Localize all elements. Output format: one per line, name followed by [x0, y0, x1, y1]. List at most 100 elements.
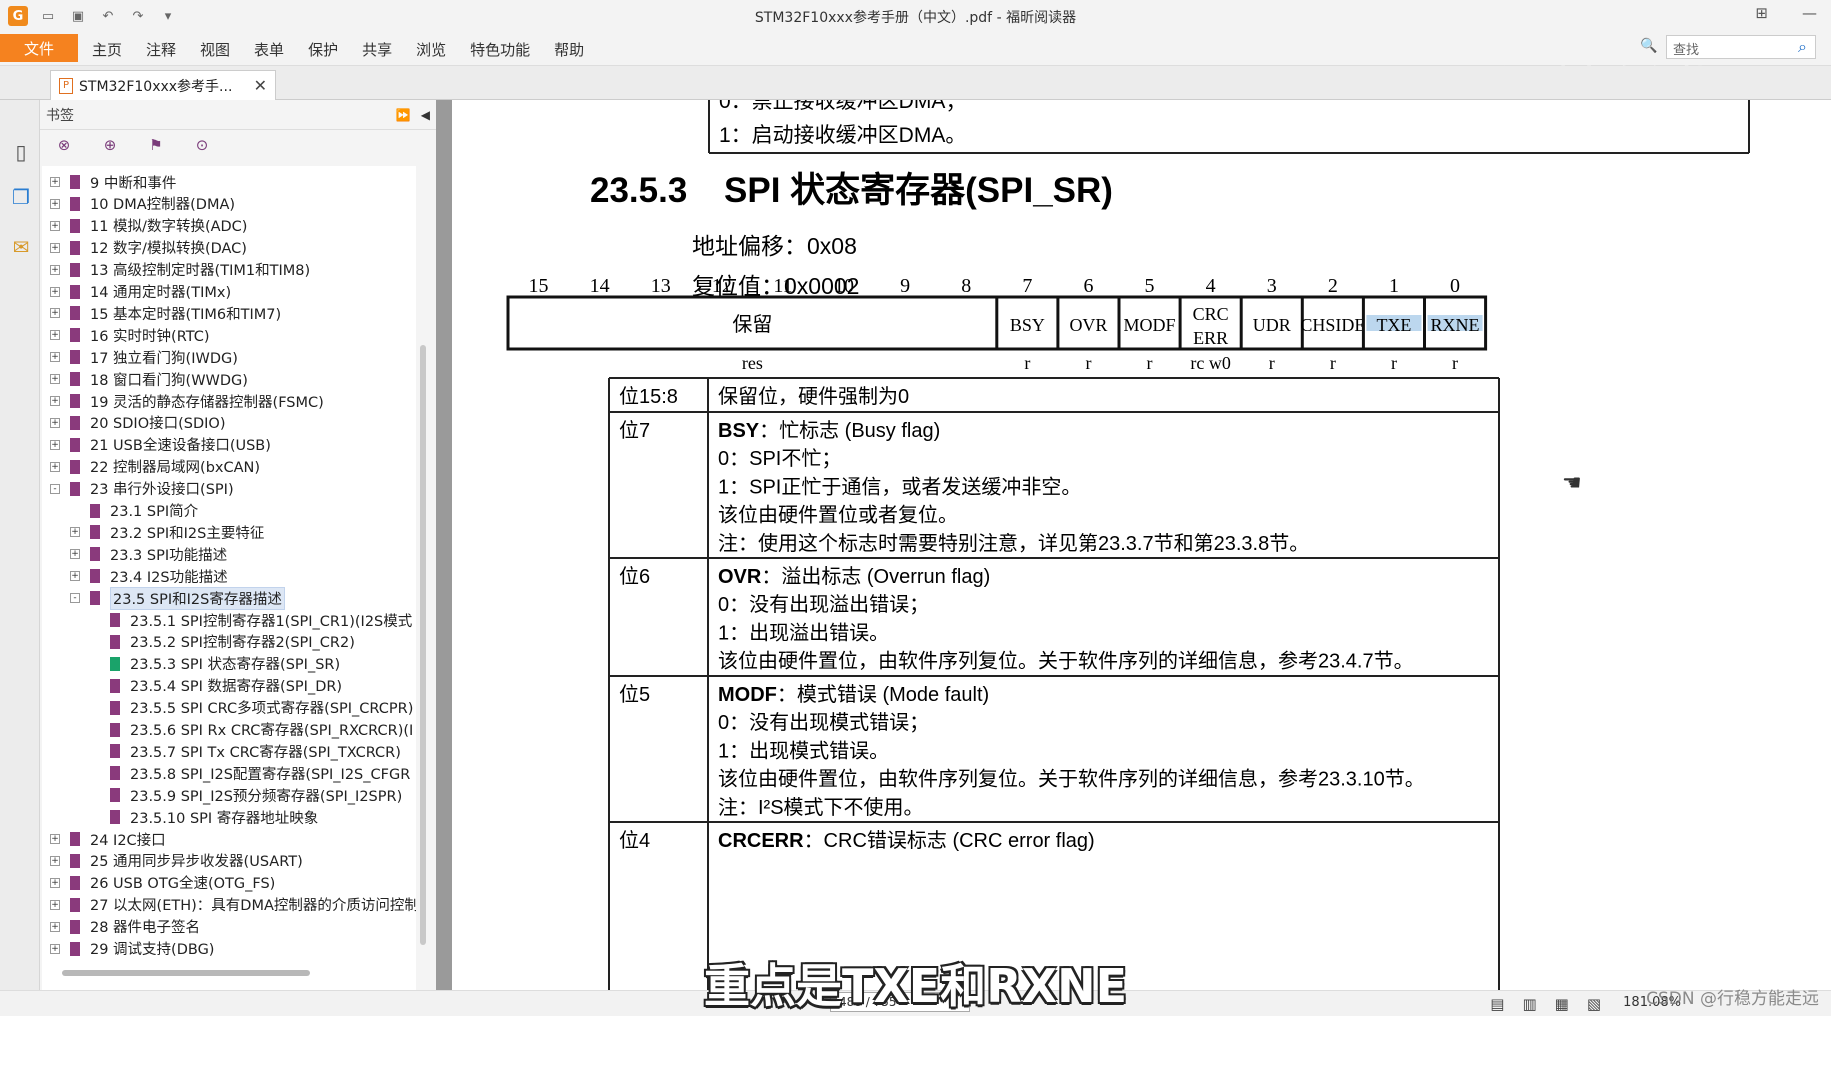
collapse-icon[interactable]: -: [70, 593, 80, 604]
close-tab-icon[interactable]: ✕: [254, 76, 267, 95]
bookmark-item[interactable]: 23.5.4 SPI 数据寄存器(SPI_DR): [90, 675, 342, 697]
bookmark-item[interactable]: - 23.5 SPI和I2S寄存器描述: [70, 586, 285, 610]
bit-number-row: 15 14 13 12 11 10 9 8 7 6 5 4 3 2 1 0: [529, 275, 1461, 297]
bookmark-item[interactable]: 23.5.3 SPI 状态寄存器(SPI_SR): [90, 653, 340, 675]
expand-icon[interactable]: +: [50, 286, 60, 297]
minimize-icon[interactable]: —: [1802, 4, 1817, 22]
expand-icon[interactable]: +: [70, 571, 80, 582]
delete-bookmark-icon[interactable]: ⊗: [54, 136, 74, 154]
bookmark-item[interactable]: +24 I2C接口: [50, 828, 166, 850]
bookmark-item[interactable]: +16 实时时钟(RTC): [50, 324, 210, 346]
menu-item[interactable]: 共享: [362, 39, 392, 60]
expand-icon[interactable]: +: [50, 374, 60, 385]
menu-item[interactable]: 视图: [200, 39, 230, 60]
bookmark-item[interactable]: +9 中断和事件: [50, 171, 176, 193]
expand-icon[interactable]: +: [50, 461, 60, 472]
expand-icon[interactable]: +: [50, 352, 60, 363]
bit-title-desc: ：溢出标志 (Overrun flag): [761, 565, 990, 588]
bookmark-item[interactable]: +23.4 I2S功能描述: [70, 565, 228, 587]
expand-icon[interactable]: +: [50, 220, 60, 231]
bookmark-item[interactable]: - 23 串行外设接口(SPI): [50, 478, 234, 500]
bookmark-flag-icon: [110, 678, 120, 693]
bookmark-item[interactable]: +20 SDIO接口(SDIO): [50, 412, 226, 434]
bookmark-item[interactable]: +11 模拟/数字转换(ADC): [50, 215, 247, 237]
bookmark-arrow-icon[interactable]: ⚑: [146, 136, 166, 154]
expand-icon[interactable]: +: [50, 417, 60, 428]
expand-icon[interactable]: +: [70, 527, 80, 538]
bookmark-item[interactable]: 23.5.10 SPI 寄存器地址映象: [90, 806, 318, 828]
bookmark-item[interactable]: +26 USB OTG全速(OTG_FS): [50, 872, 275, 894]
collapse-panel-icon[interactable]: ◀: [421, 108, 430, 122]
search-icon[interactable]: ⌕: [1798, 37, 1807, 57]
bookmark-item[interactable]: 23.5.5 SPI CRC多项式寄存器(SPI_CRCPR): [90, 697, 413, 719]
register-field-part: CRC: [1193, 304, 1229, 324]
expand-icon[interactable]: +: [50, 877, 60, 888]
expand-icon[interactable]: +: [50, 834, 60, 844]
bookmark-item[interactable]: +17 独立看门狗(IWDG): [50, 346, 238, 368]
document-tab[interactable]: P STM32F10xxx参考手... ✕: [50, 70, 276, 100]
expand-icon[interactable]: +: [50, 439, 60, 450]
page-thumbnail-icon[interactable]: ▯: [9, 140, 33, 166]
bookmark-item[interactable]: 23.1 SPI简介: [70, 500, 198, 522]
add-bookmark-icon[interactable]: ⊕: [100, 136, 120, 154]
menu-items: 主页 注释 视图 表单 保护 共享 浏览 特色功能 帮助: [92, 39, 584, 60]
bookmark-label: 23.3 SPI功能描述: [110, 547, 228, 564]
expand-icon[interactable]: +: [50, 855, 60, 866]
bookmark-label: 23.5.4 SPI 数据寄存器(SPI_DR): [130, 679, 343, 696]
bookmark-item[interactable]: 23.5.6 SPI Rx CRC寄存器(SPI_RXCRCR)(I: [90, 719, 413, 741]
bookmark-item[interactable]: +28 器件电子签名: [50, 916, 200, 938]
title-bar: G ▭ ▣ ↶ ↷ ▾ STM32F10xxx参考手册（中文）.pdf - 福昕…: [0, 0, 1831, 32]
bookmark-item[interactable]: +13 高级控制定时器(TIM1和TIM8): [50, 259, 310, 281]
expand-icon[interactable]: +: [50, 899, 60, 910]
menu-item[interactable]: 保护: [308, 39, 338, 60]
bit-number: 12: [712, 275, 732, 297]
bookmark-item[interactable]: 23.5.7 SPI Tx CRC寄存器(SPI_TXCRCR): [90, 740, 401, 762]
bookmark-item[interactable]: 23.5.2 SPI控制寄存器2(SPI_CR2): [90, 631, 355, 653]
panel-splitter[interactable]: [436, 100, 452, 990]
expand-icon[interactable]: +: [50, 264, 60, 275]
menu-item[interactable]: 表单: [254, 39, 284, 60]
bookmark-flag-icon: [110, 810, 120, 825]
bookmark-item[interactable]: +22 控制器局域网(bxCAN): [50, 456, 260, 478]
layers-icon[interactable]: ❐: [9, 185, 33, 211]
bookmark-item[interactable]: 23.5.9 SPI_I2S预分频寄存器(SPI_I2SPR): [90, 784, 402, 806]
expand-icon[interactable]: +: [50, 177, 60, 187]
find-folder-icon[interactable]: 🔍: [1640, 38, 1660, 56]
expand-icon[interactable]: +: [50, 921, 60, 932]
menu-item[interactable]: 主页: [92, 39, 122, 60]
bookmark-item[interactable]: +19 灵活的静态存储器控制器(FSMC): [50, 390, 324, 412]
bookmark-item[interactable]: +23.2 SPI和I2S主要特征: [70, 521, 264, 543]
pdf-viewport[interactable]: 0：禁止接收缓冲区DMA； 1：启动接收缓冲区DMA。 23.5.3 SPI 状…: [452, 100, 1831, 990]
bookmark-item[interactable]: +14 通用定时器(TIMx): [50, 281, 231, 303]
bookmark-item[interactable]: +25 通用同步异步收发器(USART): [50, 850, 303, 872]
collapse-icon[interactable]: -: [50, 483, 60, 494]
bookmark-item[interactable]: +12 数字/模拟转换(DAC): [50, 237, 247, 259]
menu-item[interactable]: 特色功能: [470, 39, 530, 60]
bookmark-item[interactable]: +18 窗口看门狗(WWDG): [50, 368, 248, 390]
bookmark-item[interactable]: 23.5.8 SPI_I2S配置寄存器(SPI_I2S_CFGR: [90, 762, 410, 784]
access-row: res r r r rc w0 r r r r: [742, 353, 1458, 373]
expand-icon[interactable]: +: [50, 330, 60, 341]
bookmark-label: 14 通用定时器(TIMx): [90, 285, 232, 301]
layout-icon[interactable]: ⊞: [1755, 4, 1768, 22]
bookmark-item[interactable]: 23.5.1 SPI控制寄存器1(SPI_CR1)(I2S模式: [90, 609, 412, 631]
file-menu-button[interactable]: 文件: [0, 34, 78, 62]
bookmark-item[interactable]: +27 以太网(ETH)：具有DMA控制器的介质访问控制: [50, 894, 416, 916]
bookmark-item[interactable]: +21 USB全速设备接口(USB): [50, 434, 271, 456]
expand-icon[interactable]: +: [50, 242, 60, 253]
expand-icon[interactable]: +: [50, 396, 60, 406]
bookmark-item[interactable]: +10 DMA控制器(DMA): [50, 193, 235, 215]
expand-icon[interactable]: +: [50, 308, 60, 319]
menu-item[interactable]: 注释: [146, 39, 176, 60]
comments-icon[interactable]: ✉: [9, 235, 33, 261]
expand-icon[interactable]: +: [50, 198, 60, 209]
bookmark-search-icon[interactable]: ⊙: [192, 136, 212, 154]
bookmark-item[interactable]: +23.3 SPI功能描述: [70, 543, 227, 565]
expand-icon[interactable]: +: [70, 549, 80, 560]
bookmark-item[interactable]: +15 基本定时器(TIM6和TIM7): [50, 302, 281, 324]
bookmark-flag-icon: [70, 437, 80, 452]
expand-panel-icon[interactable]: ⏩: [396, 108, 411, 122]
menu-item[interactable]: 帮助: [554, 39, 584, 60]
menu-item[interactable]: 浏览: [416, 39, 446, 60]
bookmark-vertical-scrollbar[interactable]: [420, 345, 426, 945]
